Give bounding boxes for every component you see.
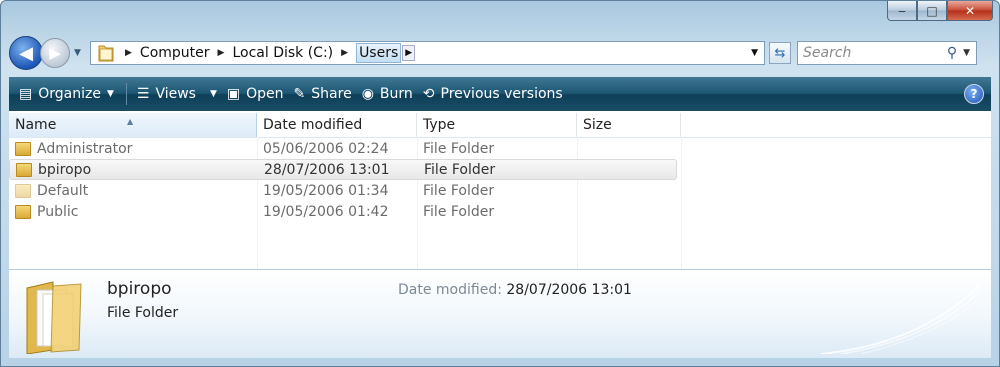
burn-label: Burn xyxy=(379,86,413,102)
help-icon: ? xyxy=(970,87,978,101)
column-header-type[interactable]: Type xyxy=(417,113,577,137)
views-label: Views xyxy=(155,86,196,102)
organize-icon: ▤ xyxy=(19,86,33,102)
address-dropdown-icon[interactable]: ▼ xyxy=(751,48,758,58)
details-date-label: Date modified: xyxy=(398,282,502,298)
row-date: 19/05/2006 01:34 xyxy=(263,182,389,199)
column-name-label: Name xyxy=(15,117,57,133)
explorer-window: ‒ □ ✕ ◀ ▶ ▼ ▶ Computer ▶ Local Disk (C:)… xyxy=(0,0,1000,367)
views-dropdown[interactable]: ▼ xyxy=(210,89,217,99)
folder-icon xyxy=(16,162,32,177)
minimize-icon: ‒ xyxy=(898,3,906,18)
previous-versions-label: Previous versions xyxy=(440,86,563,102)
navigation-bar: ◀ ▶ ▼ ▶ Computer ▶ Local Disk (C:) ▶ Use… xyxy=(9,35,991,71)
table-row[interactable]: Public 19/05/2006 01:42 File Folder xyxy=(9,201,991,222)
details-pane: bpiropo File Folder Date modified: 28/07… xyxy=(9,269,991,358)
details-item-type: File Folder xyxy=(107,305,179,321)
row-type: File Folder xyxy=(423,140,495,157)
burn-button[interactable]: ◉ Burn xyxy=(362,86,413,102)
column-size-label: Size xyxy=(583,117,612,133)
file-list: ▲ Name Date modified Type Size Administr… xyxy=(9,111,991,269)
row-name: bpiropo xyxy=(38,161,92,178)
views-icon: ☰ xyxy=(136,86,150,102)
row-date: 19/05/2006 01:42 xyxy=(263,203,389,220)
refresh-button[interactable]: ⇆ xyxy=(769,42,791,64)
folder-icon xyxy=(15,141,31,156)
chevron-down-icon: ▼ xyxy=(106,89,114,99)
row-type: File Folder xyxy=(423,203,495,220)
search-dropdown-icon[interactable]: ▼ xyxy=(963,48,970,58)
previous-versions-button[interactable]: ⟲ Previous versions xyxy=(423,86,563,102)
share-icon: ✎ xyxy=(293,86,306,102)
close-icon: ✕ xyxy=(964,3,976,18)
row-name: Default xyxy=(37,182,89,199)
row-date: 05/06/2006 02:24 xyxy=(263,140,389,157)
share-label: Share xyxy=(311,86,352,102)
forward-button[interactable]: ▶ xyxy=(40,38,70,68)
sort-ascending-icon: ▲ xyxy=(127,117,134,126)
open-label: Open xyxy=(246,86,284,102)
row-name: Administrator xyxy=(37,140,133,157)
table-row-selected[interactable]: bpiropo 28/07/2006 13:01 File Folder xyxy=(9,159,677,180)
breadcrumb-users[interactable]: Users xyxy=(356,43,402,63)
breadcrumb-computer[interactable]: Computer xyxy=(140,45,210,61)
forward-arrow-icon: ▶ xyxy=(49,44,61,62)
refresh-icon: ⇆ xyxy=(774,45,786,61)
views-button[interactable]: ☰ Views xyxy=(137,86,196,102)
hidden-folder-icon xyxy=(15,183,31,198)
breadcrumb-local-disk[interactable]: Local Disk (C:) xyxy=(232,45,333,61)
column-header-size[interactable]: Size xyxy=(577,113,681,137)
search-input[interactable]: Search ⚲ ▼ xyxy=(797,41,977,65)
column-header-date[interactable]: Date modified xyxy=(257,113,417,137)
table-row[interactable]: Administrator 05/06/2006 02:24 File Fold… xyxy=(9,138,991,159)
search-icon[interactable]: ⚲ xyxy=(947,45,957,61)
back-button[interactable]: ◀ xyxy=(9,36,43,70)
help-button[interactable]: ? xyxy=(964,84,984,104)
breadcrumb-arrow-icon[interactable]: ▶ xyxy=(341,48,348,58)
details-date-modified: Date modified: 28/07/2006 13:01 xyxy=(398,282,632,298)
monitor-icon: ▣ xyxy=(226,86,241,102)
caption-buttons: ‒ □ ✕ xyxy=(887,1,993,21)
chevron-down-icon: ▼ xyxy=(209,89,217,99)
column-type-label: Type xyxy=(423,117,456,133)
row-name-cell: Administrator xyxy=(9,141,257,157)
row-date: 28/07/2006 13:01 xyxy=(264,161,390,178)
breadcrumb-arrow-icon[interactable]: ▶ xyxy=(125,48,132,58)
open-button[interactable]: ▣ Open xyxy=(227,86,284,102)
previous-versions-icon: ⟲ xyxy=(422,86,435,102)
toolbar-divider xyxy=(125,83,127,105)
close-button[interactable]: ✕ xyxy=(947,1,993,21)
row-name: Public xyxy=(37,203,79,220)
column-date-label: Date modified xyxy=(263,117,363,133)
maximize-icon: □ xyxy=(926,3,938,18)
row-type: File Folder xyxy=(424,161,496,178)
column-header-name[interactable]: ▲ Name xyxy=(9,113,257,137)
folder-icon xyxy=(98,45,114,62)
breadcrumb-expand-icon[interactable]: ▶ xyxy=(402,45,416,61)
row-name-cell: bpiropo xyxy=(10,162,258,178)
organize-label: Organize xyxy=(38,86,101,102)
details-item-name: bpiropo xyxy=(107,279,172,299)
breadcrumb-arrow-icon[interactable]: ▶ xyxy=(218,48,225,58)
details-date-value: 28/07/2006 13:01 xyxy=(506,282,632,298)
row-name-cell: Default xyxy=(9,183,257,199)
minimize-button[interactable]: ‒ xyxy=(887,1,917,21)
organize-button[interactable]: ▤ Organize ▼ xyxy=(19,86,114,102)
share-button[interactable]: ✎ Share xyxy=(294,86,352,102)
search-placeholder: Search xyxy=(803,45,852,61)
recent-pages-dropdown[interactable]: ▼ xyxy=(74,48,84,58)
row-name-cell: Public xyxy=(9,204,257,220)
large-folder-icon xyxy=(26,281,82,354)
row-type: File Folder xyxy=(423,182,495,199)
file-rows: Administrator 05/06/2006 02:24 File Fold… xyxy=(9,138,991,222)
disc-icon: ◉ xyxy=(361,86,374,102)
maximize-button[interactable]: □ xyxy=(917,1,947,21)
back-arrow-icon: ◀ xyxy=(19,42,33,64)
decorative-swoosh xyxy=(821,284,981,354)
shared-folder-icon xyxy=(15,204,31,219)
column-header-row: ▲ Name Date modified Type Size xyxy=(9,113,991,138)
table-row[interactable]: Default 19/05/2006 01:34 File Folder xyxy=(9,180,991,201)
address-bar[interactable]: ▶ Computer ▶ Local Disk (C:) ▶ Users ▶ ▼ xyxy=(90,41,765,65)
command-bar: ▤ Organize ▼ ☰ Views ▼ ▣ Open ✎ Share ◉ … xyxy=(9,77,991,111)
